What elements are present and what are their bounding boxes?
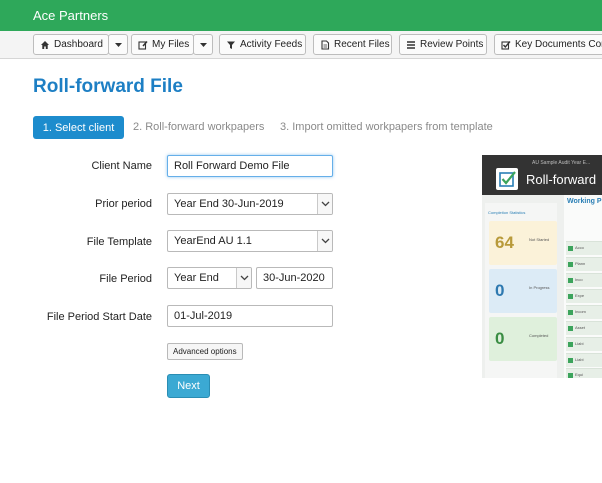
file-period-date-input[interactable]: 30-Jun-2020 xyxy=(256,267,333,289)
prior-period-select[interactable]: Year End 30-Jun-2019 xyxy=(167,193,333,215)
review-points-label: Review Points xyxy=(420,39,484,50)
step-roll-forward-workpapers[interactable]: 2. Roll-forward workpapers xyxy=(133,121,264,133)
main-toolbar: Dashboard My Files Activity Feeds Recent… xyxy=(0,31,602,59)
my-files-dropdown-button[interactable] xyxy=(193,34,213,55)
start-date-label: File Period Start Date xyxy=(46,311,152,323)
video-title-bar: AU Sample Audit Year E... Roll-forward xyxy=(482,155,602,195)
video-row: Liabi xyxy=(566,353,602,367)
my-files-button[interactable]: My Files xyxy=(131,34,194,55)
video-stat-completed: 0 Completed xyxy=(489,317,557,361)
check-square-icon xyxy=(501,40,511,50)
wizard-steps: 1. Select client 2. Roll-forward workpap… xyxy=(33,116,602,139)
video-stat-in-progress: 0 In Progress xyxy=(489,269,557,313)
step-select-client[interactable]: 1. Select client xyxy=(33,116,124,139)
video-panel-heading: Completion Statistics xyxy=(488,210,526,215)
document-icon xyxy=(321,39,330,50)
video-row: Plann xyxy=(566,257,602,271)
dashboard-label: Dashboard xyxy=(54,39,103,50)
video-stat-not-started-value: 64 xyxy=(495,233,514,252)
activity-feeds-button[interactable]: Activity Feeds xyxy=(219,34,306,55)
next-button[interactable]: Next xyxy=(167,374,210,398)
checkbox-logo-icon xyxy=(496,168,518,190)
file-template-select[interactable]: YearEnd AU 1.1 xyxy=(167,230,333,252)
start-date-value: 01-Jul-2019 xyxy=(174,310,233,322)
video-row: Incom xyxy=(566,305,602,319)
video-title: Roll-forward xyxy=(526,172,597,187)
chevron-down-icon xyxy=(317,231,332,251)
activity-feeds-label: Activity Feeds xyxy=(240,39,303,50)
tutorial-video-thumbnail[interactable]: Completion Statistics 64 Not Started 0 I… xyxy=(482,155,602,378)
video-row: Equi xyxy=(566,368,602,378)
caret-down-icon xyxy=(199,42,207,47)
prior-period-label: Prior period xyxy=(95,198,152,210)
list-icon xyxy=(407,40,415,49)
video-stat-completed-value: 0 xyxy=(495,329,505,348)
video-row: Asset xyxy=(566,321,602,335)
dashboard-button[interactable]: Dashboard xyxy=(33,34,109,55)
app-header: Ace Partners xyxy=(0,0,602,31)
key-documents-label: Key Documents Comp xyxy=(515,39,602,50)
video-row: Inco xyxy=(566,273,602,287)
video-panel-right-heading: Working P xyxy=(567,198,602,205)
client-name-value: Roll Forward Demo File xyxy=(174,160,290,172)
video-row: Liabi xyxy=(566,337,602,351)
edit-icon xyxy=(138,40,148,50)
video-stat-not-started: 64 Not Started xyxy=(489,221,557,265)
video-row: Expe xyxy=(566,289,602,303)
video-subtitle: AU Sample Audit Year E... xyxy=(532,160,591,166)
file-template-label: File Template xyxy=(86,236,152,248)
chevron-down-icon xyxy=(236,268,251,288)
filter-icon xyxy=(227,41,235,49)
chevron-down-icon xyxy=(317,194,332,214)
dashboard-dropdown-button[interactable] xyxy=(108,34,128,55)
page-title: Roll-forward File xyxy=(33,76,183,97)
video-row: Acco xyxy=(566,241,602,255)
file-period-date-value: 30-Jun-2020 xyxy=(263,272,325,284)
file-period-type-select[interactable]: Year End xyxy=(167,267,252,289)
brand-name[interactable]: Ace Partners xyxy=(33,8,108,23)
advanced-options-button[interactable]: Advanced options xyxy=(167,343,243,360)
recent-files-label: Recent Files xyxy=(334,39,390,50)
prior-period-value: Year End 30-Jun-2019 xyxy=(174,198,284,210)
review-points-button[interactable]: Review Points xyxy=(399,34,487,55)
video-stat-not-started-label: Not Started xyxy=(529,237,550,242)
video-stat-in-progress-label: In Progress xyxy=(529,285,550,290)
recent-files-button[interactable]: Recent Files xyxy=(313,34,392,55)
key-documents-button[interactable]: Key Documents Comp xyxy=(494,34,602,55)
file-template-value: YearEnd AU 1.1 xyxy=(174,235,252,247)
home-icon xyxy=(41,40,49,49)
video-stat-in-progress-value: 0 xyxy=(495,281,505,300)
video-completion-panel: Completion Statistics 64 Not Started 0 I… xyxy=(485,203,557,378)
client-name-label: Client Name xyxy=(91,160,152,172)
file-period-type-value: Year End xyxy=(174,272,219,284)
file-period-label: File Period xyxy=(99,273,152,285)
my-files-label: My Files xyxy=(152,39,190,50)
step-import-omitted-workpapers[interactable]: 3. Import omitted workpapers from templa… xyxy=(280,121,493,133)
caret-down-icon xyxy=(114,42,122,47)
start-date-input[interactable]: 01-Jul-2019 xyxy=(167,305,333,327)
client-name-input[interactable]: Roll Forward Demo File xyxy=(167,155,333,177)
video-stat-completed-label: Completed xyxy=(529,333,549,338)
